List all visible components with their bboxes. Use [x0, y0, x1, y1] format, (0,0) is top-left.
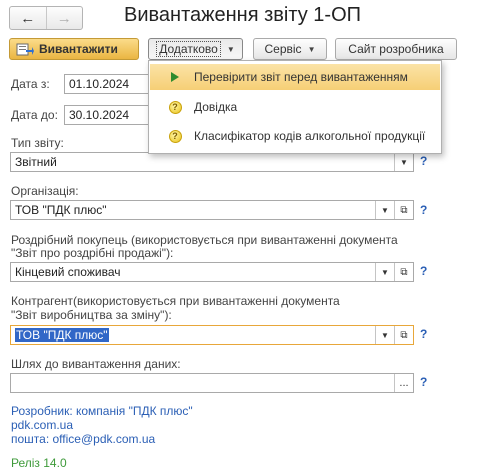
- organization-label: Організація:: [11, 184, 79, 198]
- retail-buyer-label-line2: "Звіт про роздрібні продажі"):: [11, 246, 174, 260]
- question-icon: ?: [168, 129, 182, 143]
- path-label: Шлях до вивантаження даних:: [11, 357, 181, 371]
- organization-select[interactable]: ТОВ "ПДК плюс" ▼ ⧉: [10, 200, 414, 220]
- report-type-select[interactable]: Звітний ▼: [10, 152, 414, 172]
- developer-link[interactable]: Розробник: компанія "ПДК плюс": [11, 404, 193, 418]
- date-to-field[interactable]: 30.10.2024: [64, 105, 152, 125]
- report-type-value: Звітний: [15, 155, 57, 169]
- path-input[interactable]: ...: [10, 373, 414, 393]
- menu-item-label: Довідка: [194, 100, 238, 114]
- more-button-label: Додатково: [156, 41, 221, 57]
- developer-site-button-label: Сайт розробника: [348, 42, 444, 56]
- developer-site-button[interactable]: Сайт розробника: [335, 38, 457, 60]
- play-icon: [168, 70, 182, 84]
- arrow-right-icon: →: [56, 9, 72, 27]
- counterparty-select[interactable]: ТОВ "ПДК плюс" ▼ ⧉: [10, 325, 414, 345]
- chevron-down-icon: ▼: [226, 44, 235, 54]
- more-button[interactable]: Додатково ▼: [148, 38, 243, 60]
- counterparty-value: ТОВ "ПДК плюс": [15, 328, 109, 342]
- service-button[interactable]: Сервіс ▼: [253, 38, 327, 60]
- report-type-label: Тип звіту:: [11, 136, 64, 150]
- organization-help-icon[interactable]: ?: [420, 203, 427, 217]
- open-item-icon[interactable]: ⧉: [394, 201, 413, 219]
- question-icon: ?: [168, 100, 182, 114]
- counterparty-label-line1: Контрагент(використовується при вивантаж…: [11, 294, 340, 308]
- release-label: Реліз 14.0: [11, 456, 67, 470]
- upload-button-label: Вивантажити: [39, 42, 118, 56]
- date-to-label: Дата до:: [11, 108, 58, 122]
- menu-item-label: Класифікатор кодів алкогольної продукції: [194, 129, 426, 143]
- select-path-button[interactable]: ...: [394, 374, 413, 392]
- upload-button[interactable]: Вивантажити: [9, 38, 139, 60]
- date-from-field[interactable]: 01.10.2024: [64, 74, 152, 94]
- dropdown-arrow-icon[interactable]: ▼: [375, 326, 394, 344]
- service-button-label: Сервіс: [264, 42, 302, 56]
- dropdown-arrow-icon[interactable]: ▼: [375, 201, 394, 219]
- menu-icon-wrap: ?: [168, 129, 182, 143]
- open-item-icon[interactable]: ⧉: [394, 263, 413, 281]
- open-item-icon[interactable]: ⧉: [394, 326, 413, 344]
- menu-item-alcohol-classifier[interactable]: ? Класифікатор кодів алкогольної продукц…: [150, 123, 440, 149]
- dropdown-arrow-icon[interactable]: ▼: [394, 153, 413, 171]
- date-to-value: 30.10.2024: [69, 108, 130, 122]
- chevron-down-icon: ▼: [307, 44, 316, 54]
- site-link[interactable]: pdk.com.ua: [11, 418, 73, 432]
- retail-buyer-help-icon[interactable]: ?: [420, 264, 427, 278]
- path-help-icon[interactable]: ?: [420, 375, 427, 389]
- window-title: Вивантаження звіту 1-ОП: [124, 4, 362, 26]
- counterparty-label-line2: "Звіт виробництва за зміну"):: [11, 308, 172, 322]
- date-from-value: 01.10.2024: [69, 77, 130, 91]
- forward-button[interactable]: →: [47, 7, 83, 29]
- more-dropdown-menu: Перевірити звіт перед вивантаженням ? До…: [148, 60, 442, 154]
- menu-item-check-report[interactable]: Перевірити звіт перед вивантаженням: [150, 64, 440, 90]
- retail-buyer-select[interactable]: Кінцевий споживач ▼ ⧉: [10, 262, 414, 282]
- navigation-buttons: ← →: [9, 6, 83, 30]
- retail-buyer-value: Кінцевий споживач: [15, 265, 121, 279]
- arrow-left-icon: ←: [20, 9, 36, 27]
- menu-icon-wrap: ?: [168, 100, 182, 114]
- counterparty-help-icon[interactable]: ?: [420, 327, 427, 341]
- date-from-label: Дата з:: [11, 77, 50, 91]
- menu-item-help[interactable]: ? Довідка: [150, 94, 440, 120]
- organization-value: ТОВ "ПДК плюс": [15, 203, 107, 217]
- counterparty-value-wrap: ТОВ "ПДК плюс": [15, 328, 375, 342]
- report-type-help-icon[interactable]: ?: [420, 154, 427, 168]
- menu-item-label: Перевірити звіт перед вивантаженням: [194, 70, 408, 84]
- dropdown-arrow-icon[interactable]: ▼: [375, 263, 394, 281]
- back-button[interactable]: ←: [10, 7, 47, 29]
- retail-buyer-label-line1: Роздрібний покупець (використовується пр…: [11, 233, 398, 247]
- upload-icon: [16, 42, 34, 56]
- email-link[interactable]: пошта: office@pdk.com.ua: [11, 432, 155, 446]
